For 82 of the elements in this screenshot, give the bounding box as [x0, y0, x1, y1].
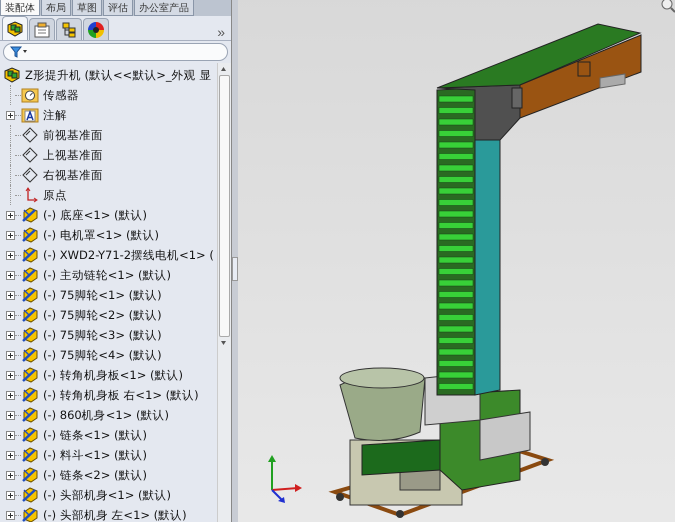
- part-icon: [21, 407, 39, 423]
- expand-icon[interactable]: [6, 270, 15, 280]
- configuration-icon: [60, 22, 78, 38]
- part-icon: [21, 387, 39, 403]
- part-icon: [21, 267, 39, 283]
- expand-icon[interactable]: [6, 350, 15, 360]
- expand-icon[interactable]: [6, 470, 15, 480]
- command-tab[interactable]: 布局: [41, 0, 71, 16]
- tree-item[interactable]: (-) 转角机身板 右<1> (默认): [43, 388, 199, 402]
- tree-item[interactable]: 原点: [43, 188, 67, 202]
- tree-item[interactable]: (-) 头部机身 左<1> (默认): [43, 508, 187, 522]
- plane-icon: [21, 127, 39, 143]
- tree-item[interactable]: (-) 转角机身板<1> (默认): [43, 368, 183, 382]
- panel-tab[interactable]: [56, 18, 82, 40]
- filter-field[interactable]: [3, 43, 228, 61]
- tree-item[interactable]: (-) 链条<2> (默认): [43, 468, 147, 482]
- tree-item[interactable]: 传感器: [43, 88, 79, 102]
- tree-item[interactable]: (-) 底座<1> (默认): [43, 208, 147, 222]
- tree-item[interactable]: (-) 电机罩<1> (默认): [43, 228, 159, 242]
- annotation-folder-icon: [21, 107, 39, 123]
- filter-icon: [10, 46, 28, 58]
- collapse-handle[interactable]: [232, 256, 238, 280]
- tree-item[interactable]: (-) 主动链轮<1> (默认): [43, 268, 171, 282]
- part-icon: [21, 347, 39, 363]
- part-icon: [21, 427, 39, 443]
- sensor-folder-icon: [21, 87, 39, 103]
- expand-icon[interactable]: [6, 510, 15, 520]
- panel-tab[interactable]: [83, 18, 109, 40]
- part-icon: [21, 447, 39, 463]
- axis-triad-icon: [268, 455, 302, 503]
- zoom-icon[interactable]: [662, 0, 675, 13]
- tree-item[interactable]: (-) 75脚轮<1> (默认): [43, 288, 162, 302]
- tree-item[interactable]: (-) 头部机身<1> (默认): [43, 488, 171, 502]
- plane-icon: [21, 147, 39, 163]
- plane-icon: [21, 167, 39, 183]
- expand-icon[interactable]: [6, 210, 15, 220]
- part-icon: [21, 507, 39, 522]
- tree-item[interactable]: 注解: [43, 108, 67, 122]
- part-icon: [21, 367, 39, 383]
- tree-item[interactable]: 前视基准面: [43, 128, 103, 142]
- tree-item[interactable]: (-) XWD2-Y71-2摆线电机<1> (: [43, 248, 214, 262]
- tree-item[interactable]: 上视基准面: [43, 148, 103, 162]
- part-icon: [21, 247, 39, 263]
- panel-tab[interactable]: [2, 16, 28, 40]
- tree-item[interactable]: (-) 860机身<1> (默认): [43, 408, 169, 422]
- panel-tab[interactable]: [29, 18, 55, 40]
- expand-icon[interactable]: [6, 490, 15, 500]
- command-tab[interactable]: 装配体: [0, 0, 40, 16]
- property-sheet-icon: [33, 22, 51, 38]
- part-icon: [21, 307, 39, 323]
- part-icon: [21, 227, 39, 243]
- expand-icon[interactable]: [6, 450, 15, 460]
- expand-icon[interactable]: [6, 310, 15, 320]
- expand-icon[interactable]: [6, 290, 15, 300]
- tree-item[interactable]: (-) 75脚轮<4> (默认): [43, 348, 162, 362]
- command-tab[interactable]: 办公室产品: [134, 0, 194, 16]
- expand-icon[interactable]: [6, 330, 15, 340]
- expand-icon[interactable]: [6, 410, 15, 420]
- part-icon: [21, 467, 39, 483]
- expand-icon[interactable]: [6, 430, 15, 440]
- command-tab[interactable]: 草图: [72, 0, 102, 16]
- tree-item[interactable]: (-) 75脚轮<2> (默认): [43, 308, 162, 322]
- expand-icon[interactable]: [6, 390, 15, 400]
- expand-icon[interactable]: [6, 230, 15, 240]
- color-wheel-icon: [87, 20, 105, 38]
- tree-item[interactable]: (-) 75脚轮<3> (默认): [43, 328, 162, 342]
- expand-icon[interactable]: [6, 250, 15, 260]
- tree-item[interactable]: Z形提升机 (默认<<默认>_外观 显: [25, 68, 212, 82]
- part-icon: [21, 487, 39, 503]
- expand-icon[interactable]: [6, 110, 15, 120]
- part-icon: [21, 207, 39, 223]
- part-icon: [21, 287, 39, 303]
- command-tab[interactable]: 评估: [103, 0, 133, 16]
- assembly-icon: [3, 67, 21, 83]
- part-icon: [21, 327, 39, 343]
- tree-item[interactable]: 右视基准面: [43, 168, 103, 182]
- expand-icon[interactable]: [6, 370, 15, 380]
- expand-panel-button[interactable]: »: [213, 24, 229, 40]
- scroll-thumb[interactable]: [219, 75, 230, 337]
- assembly-icon: [6, 20, 24, 36]
- tree-item[interactable]: (-) 料斗<1> (默认): [43, 448, 147, 462]
- tree-item[interactable]: (-) 链条<1> (默认): [43, 428, 147, 442]
